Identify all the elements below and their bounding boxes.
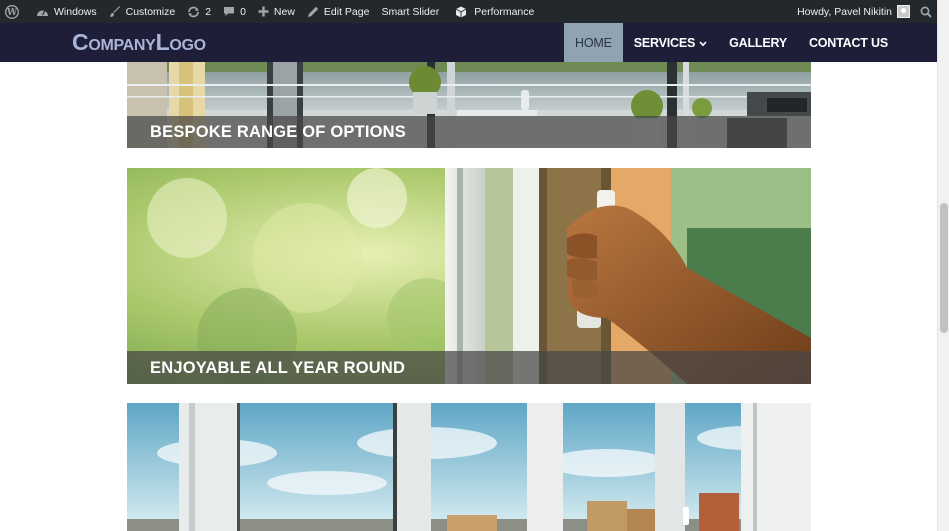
avatar bbox=[897, 5, 910, 18]
site-name-label: Windows bbox=[54, 5, 97, 18]
site-name-menu[interactable]: Windows bbox=[30, 0, 103, 23]
nav-item-home[interactable]: HOME bbox=[564, 23, 623, 62]
nav-item-services[interactable]: SERVICES bbox=[623, 23, 718, 62]
company-logo[interactable]: COMPANYLOGO bbox=[72, 29, 206, 56]
plus-icon bbox=[258, 6, 269, 17]
logo-initial-logo: L bbox=[155, 29, 170, 55]
admin-search[interactable] bbox=[914, 0, 937, 23]
banner-enjoyable-all-year: ENJOYABLE ALL YEAR ROUND bbox=[127, 168, 811, 384]
svg-text:W: W bbox=[6, 8, 18, 18]
search-icon bbox=[920, 6, 932, 18]
main-navigation: HOME SERVICES GALLERY CONTACT US bbox=[564, 23, 899, 62]
banner-caption: ENJOYABLE ALL YEAR ROUND bbox=[150, 359, 406, 377]
performance-label: Performance bbox=[474, 5, 535, 18]
new-label: New bbox=[273, 5, 295, 18]
edit-page-link[interactable]: Edit Page bbox=[301, 0, 376, 23]
comments-link[interactable]: 0 bbox=[217, 0, 252, 23]
page-scrollbar[interactable] bbox=[937, 0, 949, 531]
paintbrush-icon bbox=[109, 5, 121, 18]
wordpress-logo-menu[interactable]: W bbox=[0, 0, 30, 23]
chevron-down-icon bbox=[699, 36, 707, 50]
customize-label: Customize bbox=[125, 5, 176, 18]
howdy-greeting: Howdy, Pavel Nikitin bbox=[797, 5, 892, 18]
smart-slider-label: Smart Slider bbox=[381, 5, 440, 18]
nav-item-gallery[interactable]: GALLERY bbox=[718, 23, 798, 62]
logo-rest-logo: OGO bbox=[169, 37, 206, 54]
updates-refresh-icon bbox=[187, 6, 200, 18]
nav-contact-label: CONTACT US bbox=[808, 35, 888, 50]
banner-bespoke-range: BESPOKE RANGE OF OPTIONS bbox=[127, 62, 811, 148]
performance-menu[interactable]: Performance bbox=[445, 0, 540, 23]
pencil-icon bbox=[307, 6, 319, 18]
nav-home-label: HOME bbox=[575, 35, 612, 50]
wp-admin-bar: W Windows Customize 2 0 New Edit Page Sm… bbox=[0, 0, 937, 23]
nav-gallery-label: GALLERY bbox=[729, 35, 787, 50]
my-account-menu[interactable]: Howdy, Pavel Nikitin bbox=[791, 0, 914, 23]
new-content-menu[interactable]: New bbox=[252, 0, 301, 23]
site-header: COMPANYLOGO HOME SERVICES GALLERY CONTAC… bbox=[0, 23, 937, 62]
comment-bubble-icon bbox=[223, 6, 235, 17]
wordpress-icon: W bbox=[5, 4, 19, 19]
logo-rest-company: OMPANY bbox=[88, 37, 156, 54]
updates-count: 2 bbox=[205, 5, 212, 18]
edit-page-label: Edit Page bbox=[323, 5, 370, 18]
smart-slider-menu[interactable]: Smart Slider bbox=[375, 0, 445, 23]
nav-services-label: SERVICES bbox=[633, 35, 696, 50]
logo-initial-company: C bbox=[72, 29, 89, 55]
customize-link[interactable]: Customize bbox=[103, 0, 182, 23]
updates-link[interactable]: 2 bbox=[181, 0, 217, 23]
scrollbar-thumb[interactable] bbox=[940, 203, 948, 333]
nav-item-contact-us[interactable]: CONTACT US bbox=[798, 23, 899, 62]
city-view-windows-photo bbox=[127, 403, 811, 531]
comments-count: 0 bbox=[240, 5, 246, 18]
banner-caption: BESPOKE RANGE OF OPTIONS bbox=[150, 123, 406, 141]
performance-cube-icon bbox=[455, 6, 467, 18]
banner-city-view bbox=[127, 403, 811, 531]
dashboard-gauge-icon bbox=[36, 7, 49, 17]
